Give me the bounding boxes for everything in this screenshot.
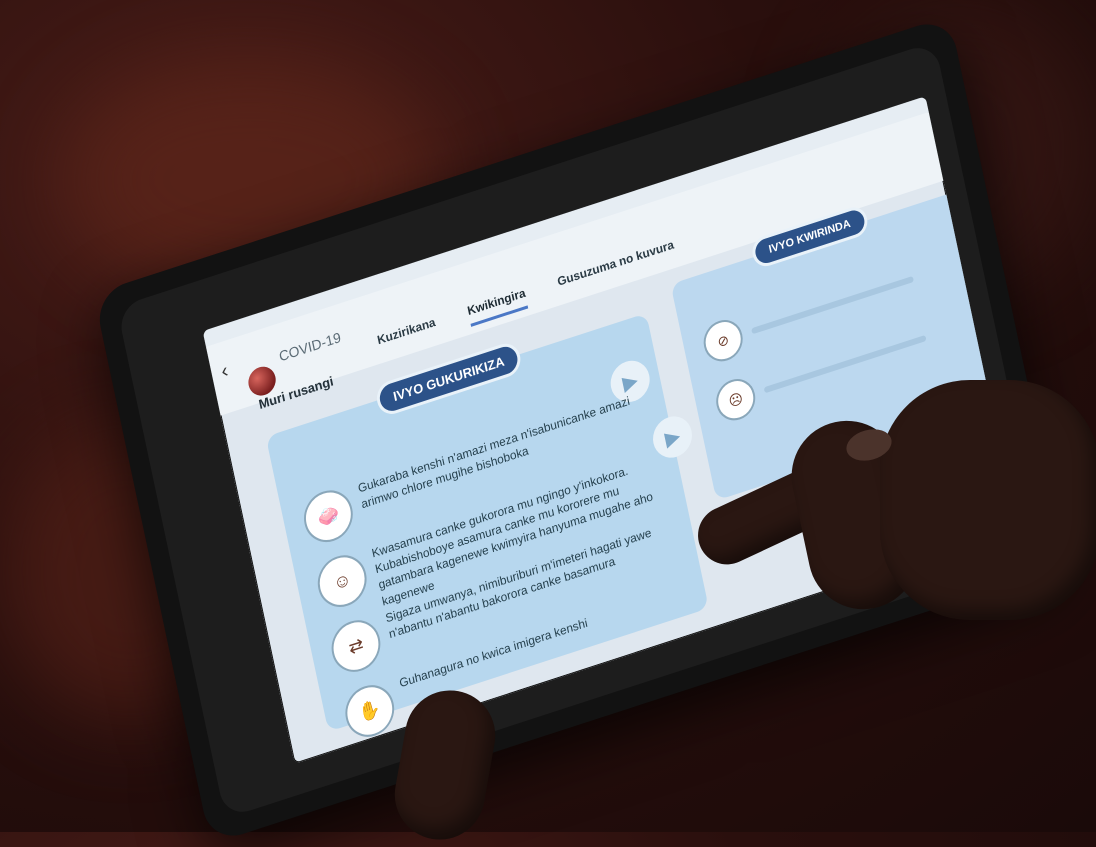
no-face-touch-icon: ☹ xyxy=(712,373,759,426)
no-handshake-icon: ⊘ xyxy=(699,314,747,367)
hand-palm xyxy=(880,380,1096,620)
tab-kuzirikana[interactable]: Kuzirikana xyxy=(376,315,439,356)
person-mask-icon: ☺ xyxy=(313,548,372,614)
app-title: COVID-19 xyxy=(277,328,343,365)
handwashing-icon: 🧼 xyxy=(299,483,358,549)
list-item-text-placeholder xyxy=(763,334,927,394)
tab-kwikingira[interactable]: Kwikingira xyxy=(466,285,529,327)
list-item-text-placeholder xyxy=(751,275,915,335)
play-icon[interactable]: ▶ xyxy=(649,411,696,463)
back-arrow-icon[interactable]: ‹ xyxy=(219,359,230,384)
